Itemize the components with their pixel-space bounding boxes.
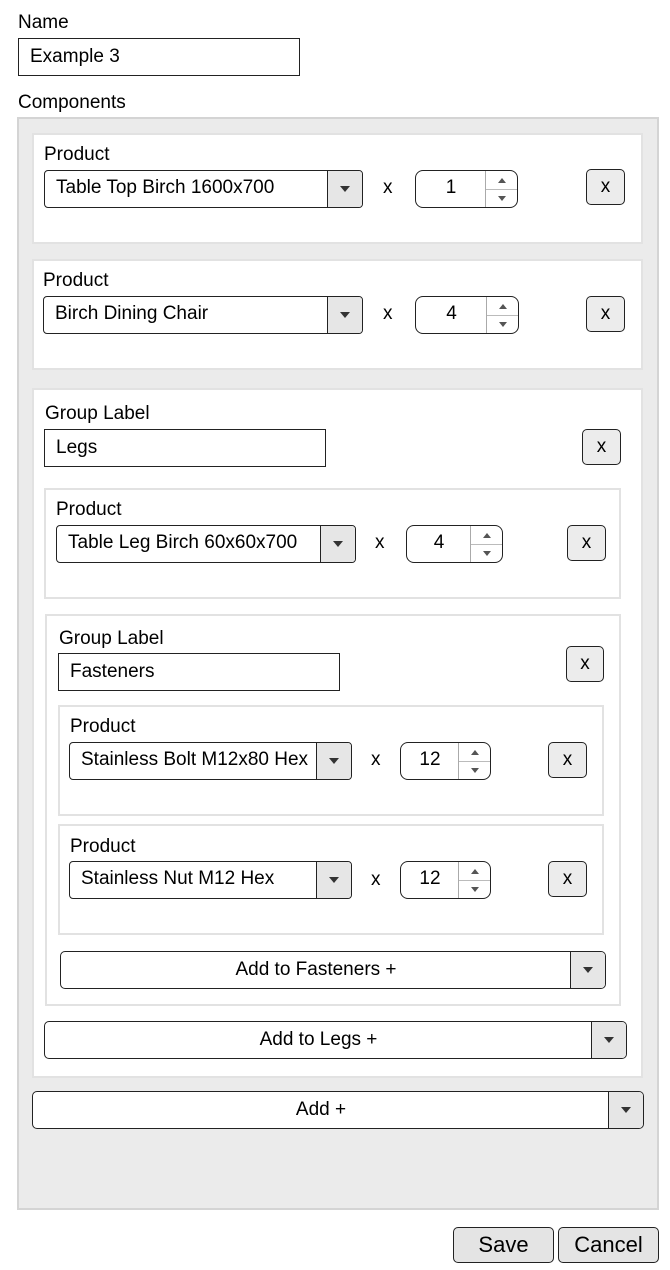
cancel-button[interactable]: Cancel bbox=[558, 1227, 659, 1263]
product-label: Product bbox=[56, 499, 122, 520]
quantity-stepper[interactable]: 12 bbox=[400, 861, 491, 899]
product-select-value: Table Top Birch 1600x700 bbox=[56, 177, 275, 198]
quantity-value: 12 bbox=[419, 749, 441, 770]
product-label: Product bbox=[70, 716, 136, 737]
remove-button[interactable]: x bbox=[548, 742, 587, 778]
decrement-icon[interactable] bbox=[459, 761, 490, 779]
product-select-value: Stainless Nut M12 Hex bbox=[81, 868, 275, 889]
name-input[interactable]: Example 3 bbox=[18, 38, 300, 76]
times-symbol: x bbox=[371, 869, 381, 890]
product-select-value: Birch Dining Chair bbox=[55, 303, 209, 324]
chevron-down-icon bbox=[327, 297, 362, 333]
product-label: Product bbox=[70, 836, 136, 857]
add-to-legs-label: Add to Legs + bbox=[259, 1029, 378, 1050]
product-label: Product bbox=[43, 270, 109, 291]
group-label: Group Label bbox=[59, 628, 164, 649]
chevron-down-icon[interactable] bbox=[608, 1092, 643, 1128]
product-select-value: Table Leg Birch 60x60x700 bbox=[68, 532, 298, 553]
add-to-fasteners-label: Add to Fasteners + bbox=[235, 959, 397, 980]
add-to-fasteners-button[interactable]: Add to Fasteners + bbox=[60, 951, 606, 989]
remove-button[interactable]: x bbox=[586, 296, 625, 332]
quantity-stepper[interactable]: 12 bbox=[400, 742, 491, 780]
decrement-icon[interactable] bbox=[486, 189, 517, 207]
increment-icon[interactable] bbox=[471, 526, 502, 545]
remove-group-button[interactable]: x bbox=[582, 429, 621, 465]
increment-icon[interactable] bbox=[459, 862, 490, 881]
remove-button[interactable]: x bbox=[586, 169, 625, 205]
remove-group-button[interactable]: x bbox=[566, 646, 604, 682]
save-button[interactable]: Save bbox=[453, 1227, 554, 1263]
components-label: Components bbox=[18, 92, 126, 113]
chevron-down-icon bbox=[327, 171, 362, 207]
product-select[interactable]: Table Top Birch 1600x700 bbox=[44, 170, 363, 208]
product-select[interactable]: Stainless Nut M12 Hex bbox=[69, 861, 352, 899]
name-label: Name bbox=[18, 12, 69, 33]
decrement-icon[interactable] bbox=[487, 315, 518, 333]
group-label: Group Label bbox=[45, 403, 150, 424]
group-label-input[interactable]: Legs bbox=[44, 429, 326, 467]
quantity-value: 4 bbox=[446, 303, 457, 324]
add-to-legs-button[interactable]: Add to Legs + bbox=[44, 1021, 627, 1059]
increment-icon[interactable] bbox=[459, 743, 490, 762]
times-symbol: x bbox=[375, 532, 385, 553]
group-label-input[interactable]: Fasteners bbox=[58, 653, 340, 691]
chevron-down-icon bbox=[316, 862, 351, 898]
chevron-down-icon bbox=[316, 743, 351, 779]
increment-icon[interactable] bbox=[486, 171, 517, 190]
quantity-value: 1 bbox=[445, 177, 457, 198]
chevron-down-icon[interactable] bbox=[591, 1022, 626, 1058]
quantity-value: 12 bbox=[419, 868, 441, 889]
times-symbol: x bbox=[383, 177, 393, 198]
times-symbol: x bbox=[383, 303, 393, 324]
chevron-down-icon[interactable] bbox=[570, 952, 605, 988]
product-select[interactable]: Stainless Bolt M12x80 Hex bbox=[69, 742, 352, 780]
decrement-icon[interactable] bbox=[471, 544, 502, 562]
product-label: Product bbox=[44, 144, 110, 165]
product-select[interactable]: Table Leg Birch 60x60x700 bbox=[56, 525, 356, 563]
quantity-value: 4 bbox=[433, 532, 445, 553]
product-select-value: Stainless Bolt M12x80 Hex bbox=[81, 749, 309, 770]
product-select[interactable]: Birch Dining Chair bbox=[43, 296, 363, 334]
chevron-down-icon bbox=[320, 526, 355, 562]
times-symbol: x bbox=[371, 749, 381, 770]
remove-button[interactable]: x bbox=[567, 525, 606, 561]
add-button[interactable]: Add + bbox=[32, 1091, 644, 1129]
quantity-stepper[interactable]: 4 bbox=[406, 525, 503, 563]
decrement-icon[interactable] bbox=[459, 880, 490, 898]
remove-button[interactable]: x bbox=[548, 861, 587, 897]
quantity-stepper[interactable]: 4 bbox=[415, 296, 519, 334]
increment-icon[interactable] bbox=[487, 297, 518, 316]
quantity-stepper[interactable]: 1 bbox=[415, 170, 518, 208]
add-label: Add + bbox=[295, 1099, 347, 1120]
